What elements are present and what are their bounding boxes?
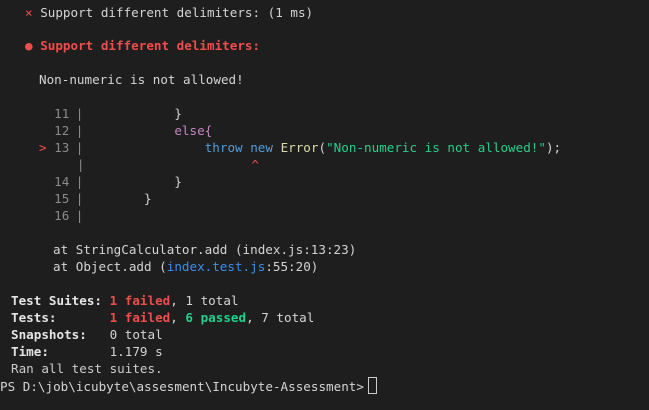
stack-frame-1: at StringCalculator.add (index.js:13:23): [53, 242, 357, 257]
time-value: 1.179 s: [109, 344, 163, 359]
error-marker-icon: >: [39, 140, 47, 155]
stack-frame-2-prefix: at Object.add (: [53, 259, 167, 274]
tests-sep: ,: [170, 310, 186, 325]
code-keyword-new: new: [250, 140, 273, 155]
fail-summary-text: Support different delimiters: (1 ms): [40, 5, 314, 20]
code-line-13: > 13 | throw new Error("Non-numeric is n…: [39, 139, 561, 156]
fail-header-line: ● Support different delimiters:: [25, 37, 260, 54]
code-string-literal: "Non-numeric is not allowed!": [326, 140, 546, 155]
tests-summary: Tests: 1 failed, 6 passed, 7 total: [11, 309, 314, 326]
tests-total: , 7 total: [246, 310, 315, 325]
line-number: 13: [54, 140, 70, 155]
code-line-11: 11 | }: [39, 105, 182, 122]
time-summary: Time: 1.179 s: [11, 343, 163, 360]
suites-summary: Test Suites: 1 failed, 1 total: [11, 292, 239, 309]
code-paren-close: );: [545, 140, 562, 155]
code-text: }: [83, 106, 182, 121]
code-line-14: 14 | }: [39, 173, 182, 190]
code-line-15: 15 | }: [39, 190, 152, 207]
snapshots-summary: Snapshots: 0 total: [11, 326, 163, 343]
gutter-pipe: |: [75, 208, 84, 223]
code-paren-open: (: [318, 140, 327, 155]
stack-frame-2-suffix: :55:20): [265, 259, 319, 274]
prompt-line[interactable]: PS D:\job\icubyte\assesment\Incubyte-Ass…: [0, 377, 377, 394]
ran-all-text: Ran all test suites.: [11, 361, 163, 376]
time-label: Time:: [11, 344, 49, 359]
stack-frame-2: at Object.add (index.test.js:55:20): [53, 258, 318, 275]
snapshots-label: Snapshots:: [11, 327, 87, 342]
code-text: else{: [83, 123, 213, 138]
code-keyword-throw: throw: [204, 140, 243, 155]
code-line-16: 16 |: [39, 207, 83, 224]
line-number: 16: [54, 208, 70, 223]
caret-icon: ^: [251, 157, 259, 172]
line-number: 11: [54, 106, 70, 121]
code-text: }: [83, 174, 182, 189]
code-caret-line: | ^: [39, 156, 259, 173]
tests-passed: 6 passed: [185, 310, 247, 325]
fail-header-text: Support different delimiters:: [40, 38, 261, 53]
code-text: }: [83, 191, 152, 206]
fail-summary-line: × Support different delimiters: (1 ms): [25, 4, 313, 21]
line-number: 15: [54, 191, 70, 206]
bullet-icon: ●: [25, 38, 33, 53]
suites-label: Test Suites:: [11, 293, 102, 308]
error-message: Non-numeric is not allowed!: [39, 72, 244, 87]
code-class-name: Error: [280, 140, 319, 155]
gutter-pipe: |: [76, 157, 85, 172]
line-number: 12: [54, 123, 70, 138]
cursor-icon[interactable]: [367, 377, 377, 394]
line-number: 14: [54, 174, 70, 189]
suites-total: , 1 total: [170, 293, 239, 308]
shell-prompt: PS D:\job\icubyte\assesment\Incubyte-Ass…: [0, 379, 364, 394]
tests-label: Tests:: [11, 310, 57, 325]
snapshots-value: 0 total: [109, 327, 163, 342]
code-line-12: 12 | else{: [39, 122, 212, 139]
stack-file-link[interactable]: index.test.js: [167, 259, 266, 274]
fail-x-icon: ×: [25, 5, 33, 20]
tests-failed: 1 failed: [109, 310, 171, 325]
suites-failed: 1 failed: [109, 293, 171, 308]
